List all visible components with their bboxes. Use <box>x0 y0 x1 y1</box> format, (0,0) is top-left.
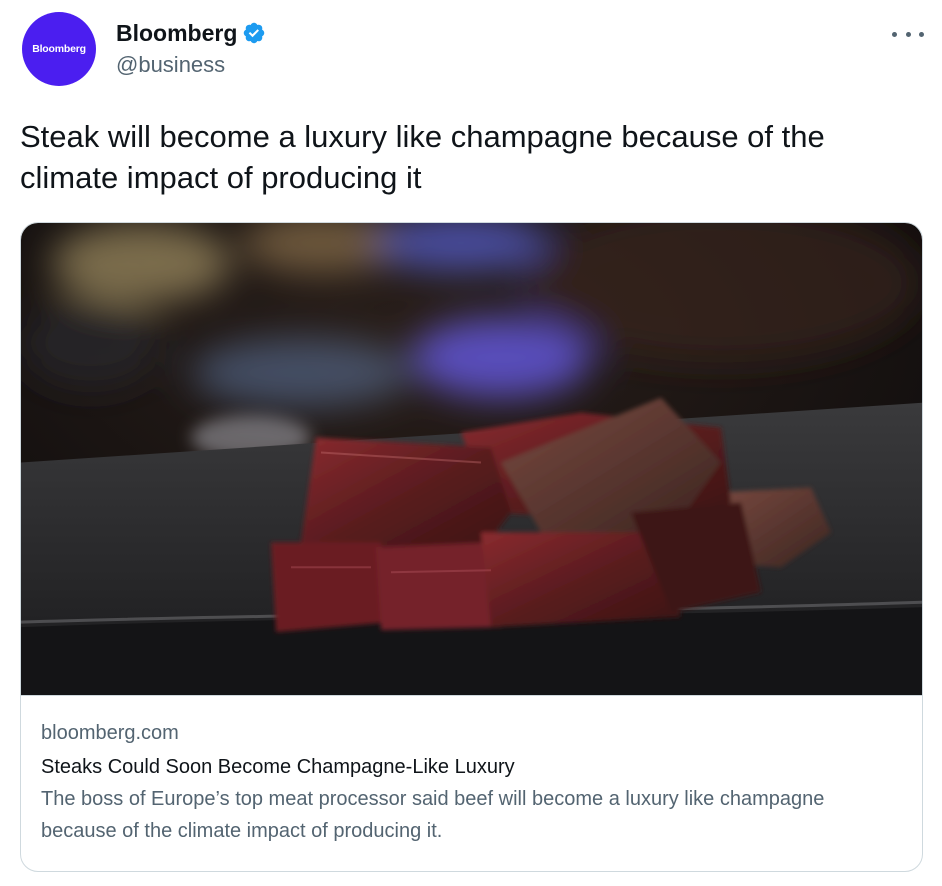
tweet: Bloomberg Bloomberg @business Steak will… <box>0 0 942 886</box>
card-image <box>21 223 922 696</box>
author-handle[interactable]: @business <box>116 52 225 78</box>
card-title: Steaks Could Soon Become Champagne-Like … <box>41 756 515 778</box>
author-name[interactable]: Bloomberg <box>116 20 237 47</box>
author-name-row: Bloomberg <box>116 18 266 48</box>
avatar[interactable]: Bloomberg <box>22 12 96 86</box>
card-description: The boss of Europe’s top meat processor … <box>41 788 825 842</box>
more-options-icon[interactable] <box>892 22 924 46</box>
avatar-logo-text: Bloomberg <box>32 43 86 55</box>
verified-badge-icon <box>244 22 265 44</box>
card-meta: bloomberg.com Steaks Could Soon Become C… <box>41 719 901 847</box>
card-domain: bloomberg.com <box>41 722 179 744</box>
link-preview-card[interactable]: bloomberg.com Steaks Could Soon Become C… <box>20 222 923 872</box>
tweet-text: Steak will become a luxury like champagn… <box>20 119 825 195</box>
